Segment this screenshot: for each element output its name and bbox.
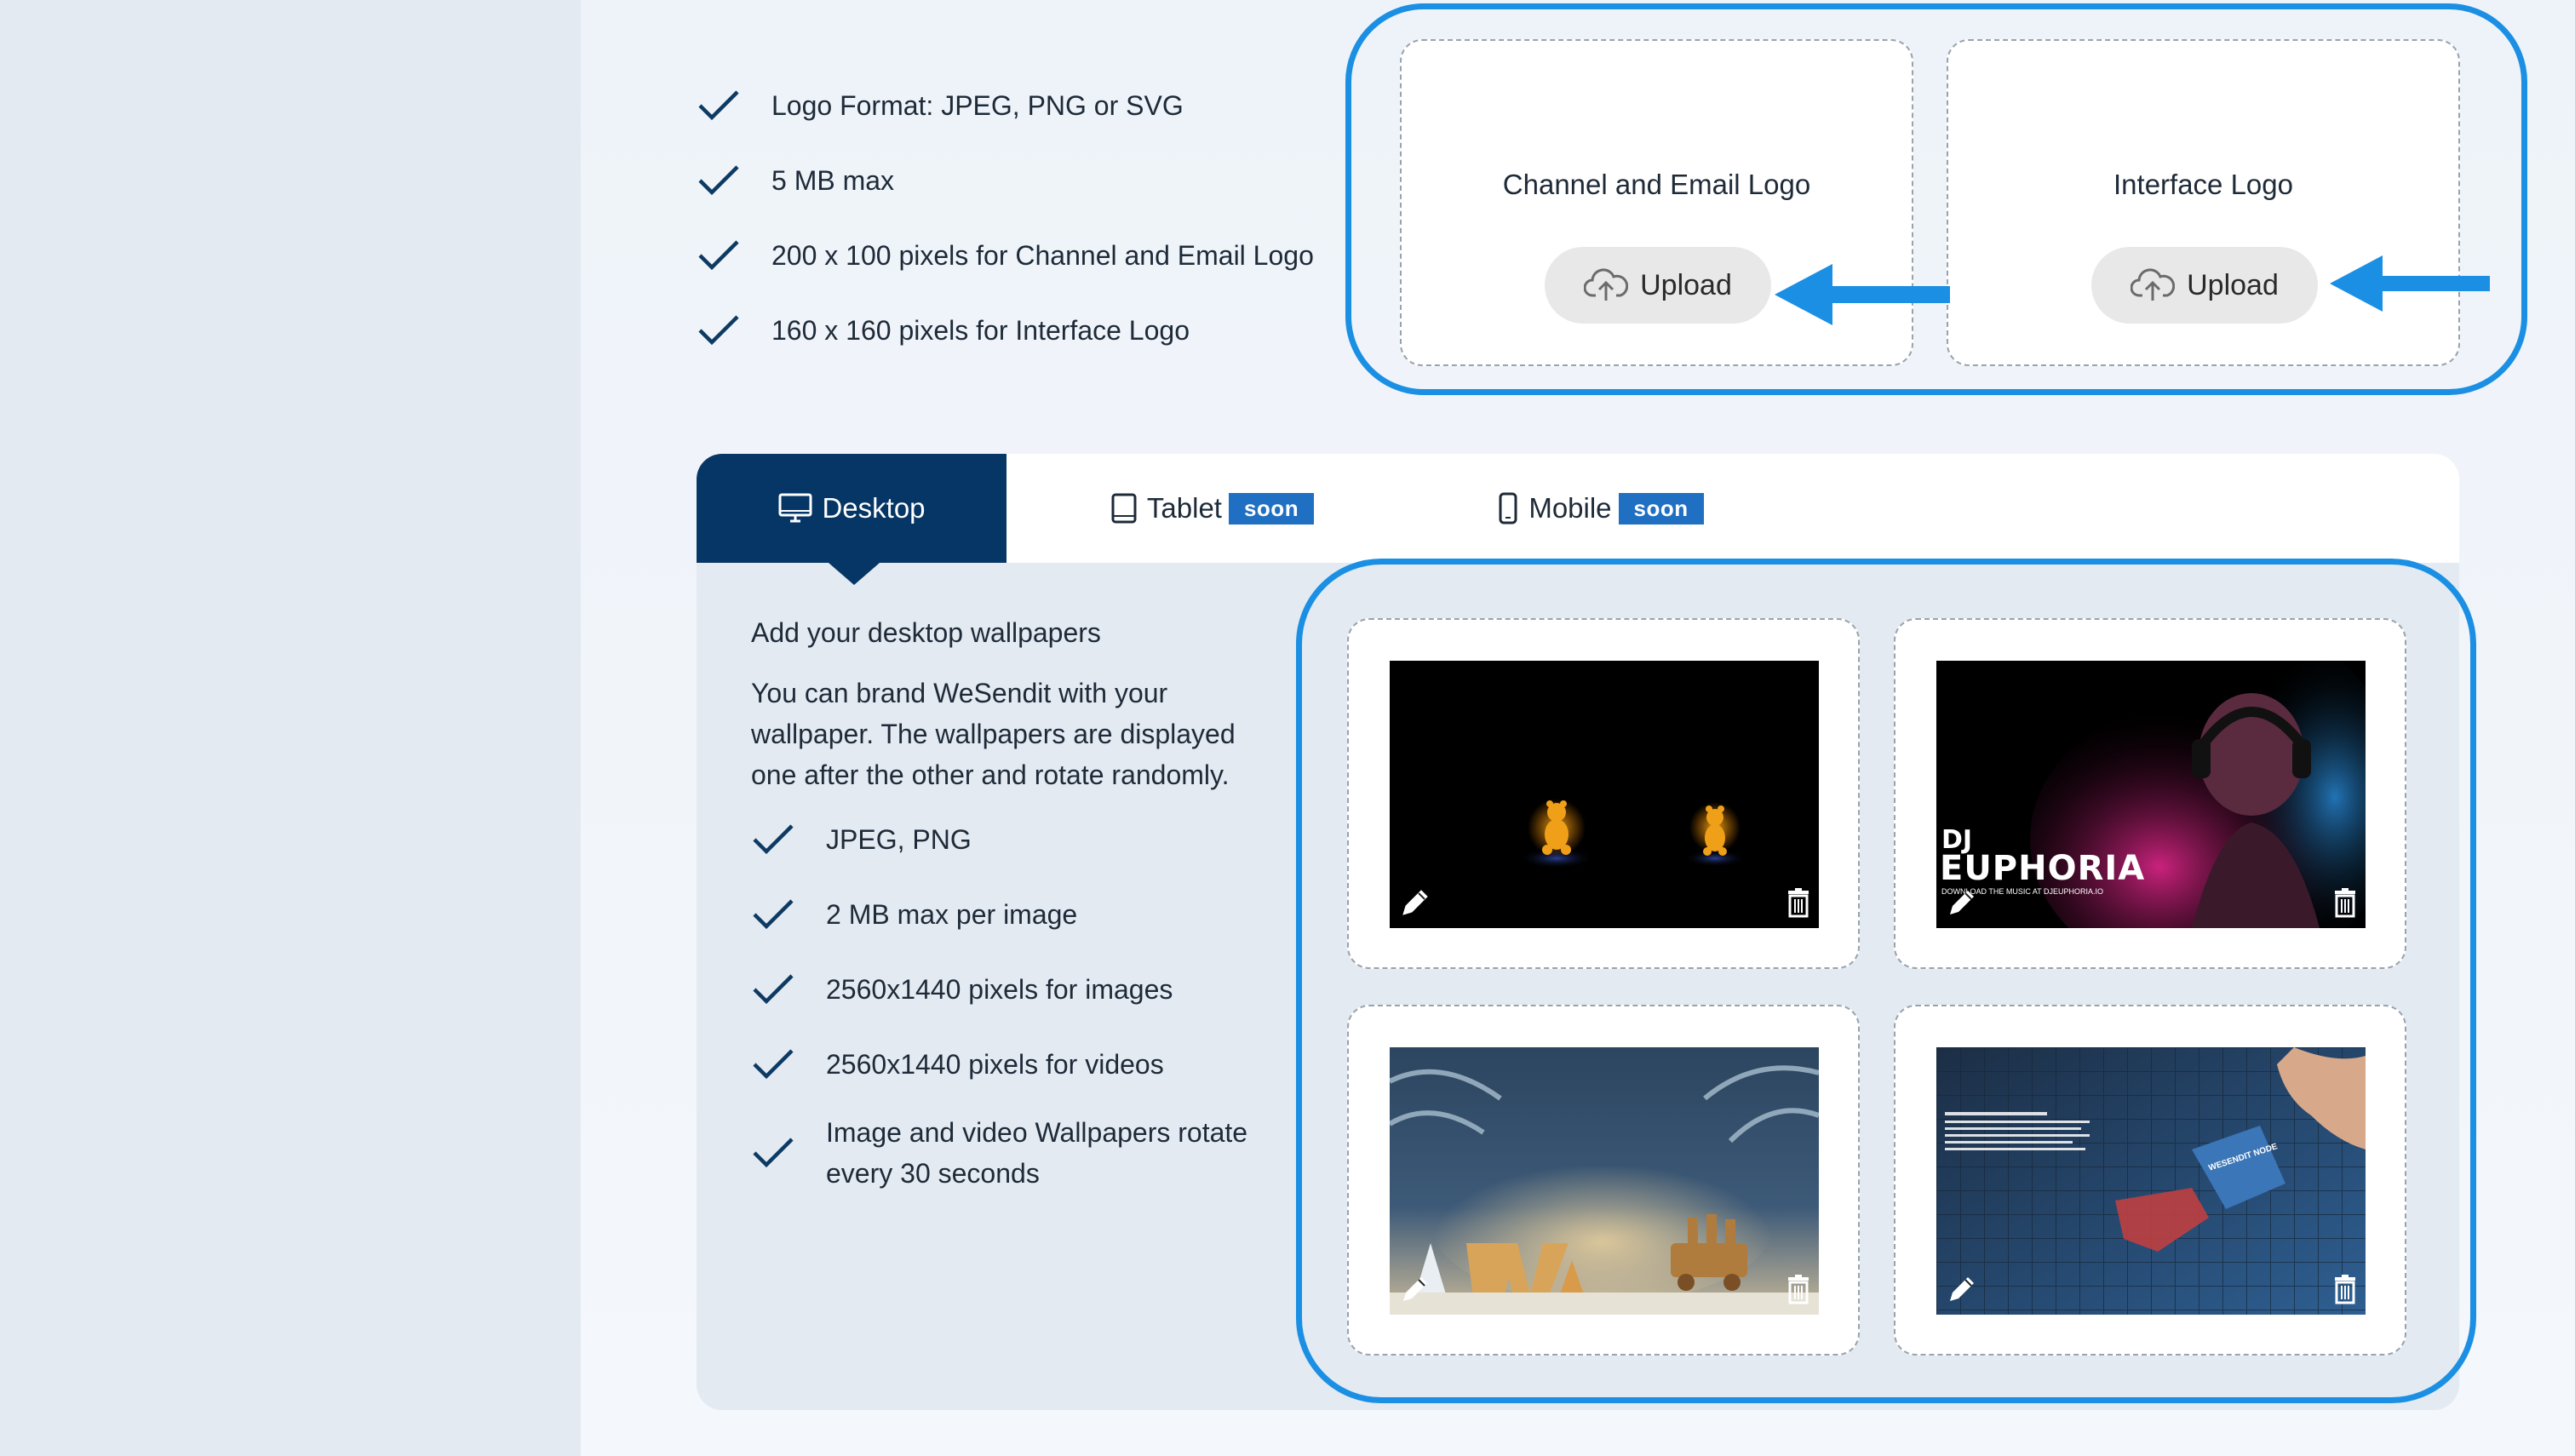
soon-badge: soon: [1228, 492, 1315, 525]
winter-scene-image: [1390, 1047, 1819, 1315]
requirement-text: 2560x1440 pixels for videos: [826, 1048, 1164, 1080]
checkmark-icon: [753, 899, 794, 930]
list-item: 2560x1440 pixels for videos: [751, 1027, 1279, 1102]
checkmark-icon: [753, 824, 794, 855]
tab-label: Tablet: [1146, 492, 1222, 524]
upload-interface-logo-button[interactable]: Upload: [2091, 247, 2318, 324]
wallpaper-thumbnail[interactable]: [1390, 1047, 1819, 1315]
tab-mobile[interactable]: Mobile soon: [1468, 454, 1732, 563]
list-item: Image and video Wallpapers rotate every …: [751, 1102, 1279, 1204]
list-item: 200 x 100 pixels for Channel and Email L…: [697, 218, 1327, 293]
checkmark-icon: [753, 974, 794, 1005]
edit-pencil-icon[interactable]: [1398, 886, 1432, 920]
wallpaper-requirements-list: JPEG, PNG 2 MB max per image 2560x1440 p…: [751, 802, 1279, 1204]
list-item: 5 MB max: [697, 143, 1327, 218]
wallpaper-card: WESENDIT NODE: [1894, 1005, 2406, 1356]
interface-logo-card: Interface Logo Upload: [1947, 39, 2460, 366]
checkmark-icon: [753, 1049, 794, 1080]
list-item: 160 x 160 pixels for Interface Logo: [697, 293, 1327, 368]
upload-label: Upload: [2187, 268, 2279, 301]
list-item: Logo Format: JPEG, PNG or SVG: [697, 68, 1327, 143]
wallpaper-card: [1347, 1005, 1860, 1356]
wallpaper-thumbnail[interactable]: WESENDIT NODE: [1936, 1047, 2366, 1315]
checkmark-icon: [698, 165, 739, 196]
checkmark-icon: [753, 1138, 794, 1168]
sidebar: [0, 0, 581, 1456]
puzzle-image: [1936, 1047, 2366, 1315]
upload-label: Upload: [1640, 268, 1732, 301]
requirement-text: 2 MB max per image: [826, 898, 1078, 930]
wallpaper-card: [1347, 618, 1860, 969]
soon-badge: soon: [1618, 492, 1704, 525]
arrow-left-icon: [1775, 264, 1950, 325]
tab-label: Desktop: [822, 492, 926, 524]
section-description: You can brand WeSendit with your wallpap…: [751, 678, 1236, 790]
desktop-wallpaper-info: Add your desktop wallpapers You can bran…: [751, 617, 1279, 1204]
edit-pencil-icon[interactable]: [1945, 1272, 1979, 1306]
requirement-text: 200 x 100 pixels for Channel and Email L…: [771, 239, 1314, 271]
requirement-text: 160 x 160 pixels for Interface Logo: [771, 314, 1190, 346]
monitor-icon: [778, 493, 812, 523]
trash-icon[interactable]: [1781, 1272, 1815, 1306]
checkmark-icon: [698, 315, 739, 346]
checkmark-icon: [698, 90, 739, 121]
tab-desktop[interactable]: Desktop: [697, 454, 1006, 563]
wallpaper-overlay-name: EUPHORIA: [1940, 849, 2146, 888]
trash-icon[interactable]: [2328, 1272, 2362, 1306]
logo-requirements-list: Logo Format: JPEG, PNG or SVG 5 MB max 2…: [697, 68, 1327, 368]
upload-channel-logo-button[interactable]: Upload: [1545, 247, 1771, 324]
active-tab-pointer: [829, 563, 880, 585]
requirement-text: Image and video Wallpapers rotate every …: [826, 1117, 1248, 1189]
device-tab-bar: Desktop Tablet soon Mobile soon: [697, 454, 2459, 563]
arrow-left-icon: [2330, 255, 2490, 312]
cloud-upload-icon: [2131, 268, 2176, 301]
wallpaper-thumbnail[interactable]: DJ EUPHORIA DOWNLOAD THE MUSIC AT DJEUPH…: [1936, 661, 2366, 928]
phone-icon: [1499, 492, 1517, 525]
cloud-upload-icon: [1584, 268, 1629, 301]
edit-pencil-icon[interactable]: [1945, 886, 1979, 920]
requirement-text: JPEG, PNG: [826, 823, 972, 855]
tab-label: Mobile: [1528, 492, 1612, 524]
tab-tablet[interactable]: Tablet soon: [1088, 454, 1335, 563]
section-heading: Add your desktop wallpapers: [751, 617, 1101, 648]
trash-icon[interactable]: [2328, 886, 2362, 920]
card-title: Channel and Email Logo: [1502, 169, 1811, 200]
list-item: 2 MB max per image: [751, 877, 1279, 952]
requirement-text: 5 MB max: [771, 164, 895, 196]
list-item: 2560x1440 pixels for images: [751, 952, 1279, 1027]
card-title: Interface Logo: [2113, 169, 2293, 200]
requirement-text: Logo Format: JPEG, PNG or SVG: [771, 89, 1184, 121]
wallpaper-card: DJ EUPHORIA DOWNLOAD THE MUSIC AT DJEUPH…: [1894, 618, 2406, 969]
list-item: JPEG, PNG: [751, 802, 1279, 877]
tablet-icon: [1111, 493, 1137, 524]
checkmark-icon: [698, 240, 739, 271]
edit-pencil-icon[interactable]: [1398, 1272, 1432, 1306]
wallpaper-thumbnail[interactable]: [1390, 661, 1819, 928]
gummy-bears-image: [1519, 799, 1746, 868]
trash-icon[interactable]: [1781, 886, 1815, 920]
requirement-text: 2560x1440 pixels for images: [826, 973, 1173, 1005]
